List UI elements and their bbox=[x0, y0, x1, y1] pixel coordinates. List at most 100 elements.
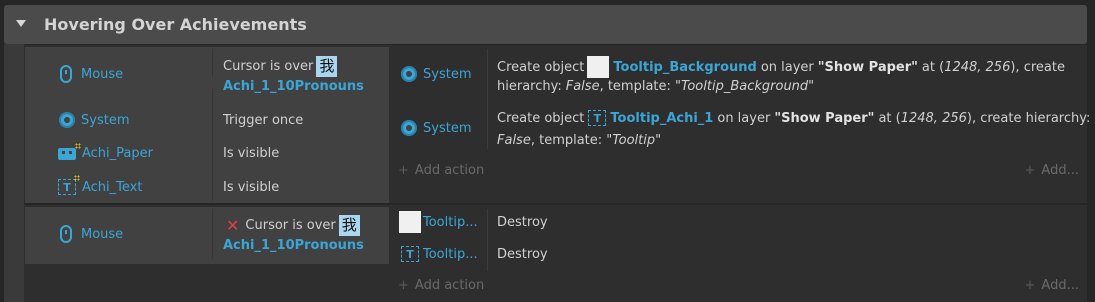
condition-divider bbox=[212, 49, 213, 77]
action-text: ), create bbox=[1010, 59, 1065, 75]
object-name: Tooltip... bbox=[423, 246, 478, 262]
condition-text: Cursor is over bbox=[223, 59, 314, 74]
sprite-thumbnail-icon: 我 bbox=[316, 56, 338, 77]
plus-icon: + bbox=[398, 278, 409, 293]
condition-is-visible[interactable]: Is visible bbox=[223, 180, 279, 195]
hierarchy-value: False bbox=[497, 133, 531, 148]
sprite-icon bbox=[58, 142, 81, 160]
template-value: Tooltip_Background bbox=[681, 79, 809, 94]
condition-system-object[interactable]: System bbox=[59, 112, 129, 128]
gear-icon bbox=[401, 120, 417, 136]
object-name: System bbox=[81, 112, 130, 128]
action-text: at ( bbox=[878, 110, 901, 126]
invert-x-icon: ✕ bbox=[226, 216, 240, 235]
text-object-icon: T bbox=[588, 110, 607, 126]
add-more-button[interactable]: + Add... bbox=[1025, 278, 1079, 293]
layer-name: "Show Paper" bbox=[774, 110, 875, 126]
condition-text: Trigger once bbox=[223, 113, 304, 128]
event-1[interactable]: Mouse Cursor is over 我 Achi_1_10Pronouns… bbox=[24, 45, 1090, 203]
action-text: Create object bbox=[497, 59, 585, 75]
gear-icon bbox=[59, 112, 75, 128]
action-text: on layer bbox=[760, 59, 814, 75]
condition-divider bbox=[212, 209, 213, 259]
action-text: " bbox=[655, 133, 662, 148]
add-action-label: Add action bbox=[414, 163, 485, 178]
plus-icon: + bbox=[1024, 163, 1036, 178]
condition-text: Is visible bbox=[223, 146, 280, 161]
condition-text: Is visible bbox=[223, 180, 280, 195]
action-text: at ( bbox=[921, 59, 945, 75]
add-action-label: Add action bbox=[414, 278, 485, 293]
actions-pane[interactable] bbox=[390, 207, 1087, 302]
object-link[interactable]: Tooltip_Background bbox=[613, 60, 756, 75]
sprite-thumbnail-icon bbox=[587, 56, 610, 78]
object-name: Achi_Text bbox=[82, 179, 143, 195]
condition-achi-text-object[interactable]: T Achi_Text bbox=[58, 175, 143, 195]
coords-value: 1248, 256 bbox=[900, 110, 967, 126]
condition-divider bbox=[212, 89, 213, 201]
add-more-label: Add... bbox=[1041, 163, 1079, 178]
condition-text: Cursor is over bbox=[245, 218, 336, 233]
object-name: Mouse bbox=[81, 226, 124, 242]
action-text: Destroy bbox=[497, 247, 548, 262]
plus-icon: + bbox=[398, 163, 409, 178]
action-text: ), create hierarchy: bbox=[966, 110, 1091, 126]
condition-target[interactable]: Achi_1_10Pronouns bbox=[223, 238, 364, 253]
action-create-object-line2[interactable]: hierarchy: False , template: " Tooltip_B… bbox=[497, 79, 814, 94]
condition-trigger-once[interactable]: Trigger once bbox=[223, 113, 303, 128]
object-name: Achi_Paper bbox=[82, 146, 153, 161]
condition-cursor-over[interactable]: Cursor is over 我 bbox=[223, 56, 338, 77]
object-link[interactable]: Achi_1_10Pronouns bbox=[223, 79, 364, 94]
add-action-button[interactable]: + Add action bbox=[398, 163, 484, 178]
condition-target[interactable]: Achi_1_10Pronouns bbox=[223, 79, 364, 94]
action-text: on layer bbox=[717, 110, 771, 126]
group-header[interactable]: Hovering Over Achievements bbox=[4, 5, 1087, 44]
object-name: Tooltip... bbox=[423, 214, 478, 230]
action-tooltip-achi-object[interactable]: T Tooltip... bbox=[401, 246, 478, 262]
add-more-button[interactable]: + Add... bbox=[1025, 163, 1079, 178]
action-text: hierarchy: bbox=[497, 79, 562, 94]
object-link[interactable]: Achi_1_10Pronouns bbox=[223, 238, 364, 253]
family-dots-icon bbox=[75, 142, 81, 149]
add-more-label: Add... bbox=[1041, 278, 1079, 293]
condition-is-visible[interactable]: Is visible bbox=[223, 146, 279, 161]
action-create-object-line2[interactable]: False , template: " Tooltip " bbox=[497, 133, 661, 148]
plus-icon: + bbox=[1024, 278, 1036, 293]
template-value: Tooltip bbox=[612, 133, 656, 148]
hierarchy-value: False bbox=[565, 79, 600, 94]
action-divider bbox=[487, 209, 488, 271]
coords-value: 1248, 256 bbox=[944, 59, 1011, 75]
mouse-icon bbox=[60, 65, 72, 83]
action-create-object[interactable]: Create object Tooltip_Background on laye… bbox=[497, 56, 1065, 78]
family-dots-icon bbox=[74, 175, 80, 181]
condition-cursor-over-inverted[interactable]: ✕ Cursor is over 我 bbox=[226, 215, 360, 236]
add-action-button[interactable]: + Add action bbox=[398, 278, 484, 293]
condition-mouse-object[interactable]: Mouse bbox=[60, 225, 123, 243]
mouse-icon bbox=[60, 225, 72, 243]
action-destroy[interactable]: Destroy bbox=[497, 247, 548, 262]
object-name: Mouse bbox=[81, 66, 124, 82]
object-name: System bbox=[423, 120, 472, 136]
collapse-triangle-icon[interactable] bbox=[16, 20, 26, 27]
sprite-thumbnail-icon: 我 bbox=[338, 215, 360, 236]
layer-name: "Show Paper" bbox=[817, 59, 918, 75]
text-object-icon: T bbox=[58, 175, 80, 195]
action-tooltip-background-object[interactable]: Tooltip... bbox=[399, 211, 478, 233]
sprite-thumbnail-icon bbox=[399, 211, 421, 233]
action-destroy[interactable]: Destroy bbox=[497, 215, 548, 230]
object-link[interactable]: Tooltip_Achi_1 bbox=[610, 111, 713, 126]
action-system-object[interactable]: System bbox=[401, 120, 471, 136]
text-object-icon: T bbox=[401, 246, 419, 262]
event-2[interactable]: Mouse ✕ Cursor is over 我 Achi_1_10Pronou… bbox=[24, 205, 1087, 302]
action-text: " bbox=[808, 79, 815, 94]
group-indent-bar bbox=[4, 44, 24, 302]
condition-mouse-object[interactable]: Mouse bbox=[60, 65, 123, 83]
action-text: Create object bbox=[497, 110, 585, 126]
action-text: , template: " bbox=[599, 79, 682, 94]
action-text: Destroy bbox=[497, 215, 548, 230]
action-system-object[interactable]: System bbox=[401, 66, 471, 82]
action-create-object[interactable]: Create object T Tooltip_Achi_1 on layer … bbox=[497, 110, 1090, 126]
condition-achi-paper-object[interactable]: Achi_Paper bbox=[58, 142, 153, 161]
gear-icon bbox=[401, 66, 417, 82]
action-divider bbox=[487, 49, 488, 149]
